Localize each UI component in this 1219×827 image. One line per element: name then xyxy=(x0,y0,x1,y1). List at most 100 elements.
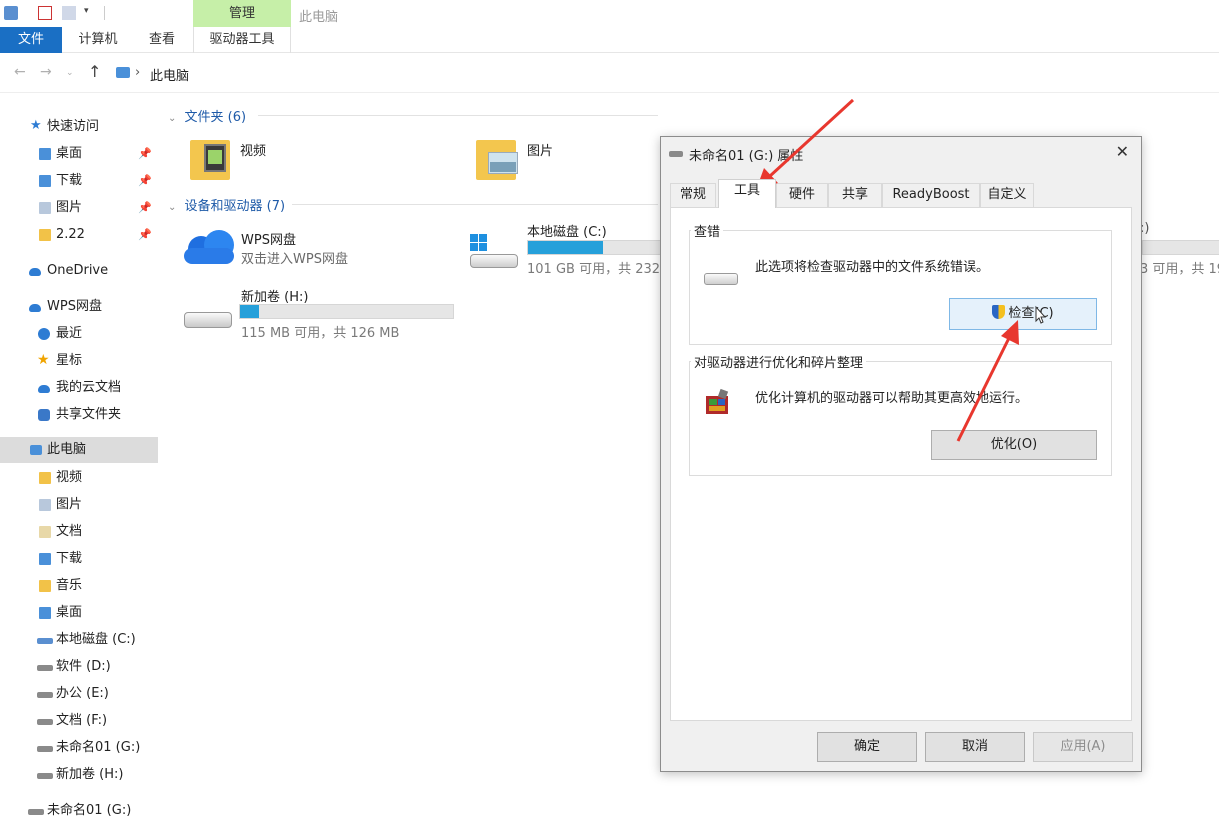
folder-icon xyxy=(39,607,51,619)
tab-general[interactable]: 常规 xyxy=(670,183,716,207)
dialog-title: 未命名01 (G:) 属性 xyxy=(689,149,804,164)
apply-button[interactable]: 应用(A) xyxy=(1033,732,1133,762)
sidebar-item-drive-f[interactable]: 文档 (F:) xyxy=(0,708,158,734)
drive-icon xyxy=(37,773,53,779)
drive-icon xyxy=(37,692,53,698)
drive-right-usage-bar xyxy=(1142,240,1219,255)
download-folder-icon xyxy=(39,553,51,565)
drive-c-title[interactable]: 本地磁盘 (C:) xyxy=(527,221,607,240)
download-folder-icon xyxy=(39,175,51,187)
sidebar-item-drive-g-removable[interactable]: 未命名01 (G:) xyxy=(0,798,158,824)
pictures-folder-icon xyxy=(39,499,51,511)
sidebar-item-documents[interactable]: 文档 xyxy=(0,519,158,545)
sidebar-item-drive-h[interactable]: 新加卷 (H:) xyxy=(0,762,158,788)
wps-cloud-icon[interactable] xyxy=(182,228,236,266)
sidebar-item-starred[interactable]: ★ 星标 xyxy=(0,348,158,374)
drive-h-title[interactable]: 新加卷 (H:) xyxy=(241,286,308,305)
sidebar-item-2-22[interactable]: 2.22 📌 xyxy=(0,222,158,248)
navigation-pane: ★ 快速访问 桌面 📌 下载 📌 图片 📌 2.22 📌 OneDrive WP… xyxy=(0,93,158,827)
tab-hardware[interactable]: 硬件 xyxy=(776,183,828,207)
sidebar-item-recent[interactable]: 最近 xyxy=(0,321,158,347)
customize-qat-icon[interactable]: ▾ xyxy=(84,6,98,20)
cancel-button[interactable]: 取消 xyxy=(925,732,1025,762)
sidebar-item-downloads-2[interactable]: 下载 xyxy=(0,546,158,572)
chevron-down-icon: ⌄ xyxy=(168,113,177,124)
windows-drive-icon[interactable] xyxy=(468,234,520,274)
tab-customize[interactable]: 自定义 xyxy=(980,183,1034,207)
folder-title-videos[interactable]: 视频 xyxy=(240,140,266,159)
recent-locations-icon[interactable]: ⌄ xyxy=(66,68,74,78)
videos-folder-icon xyxy=(39,472,51,484)
group-header-devices[interactable]: ⌄ 设备和驱动器 (7) xyxy=(168,195,658,214)
documents-folder-icon xyxy=(39,526,51,538)
sidebar-item-desktop-2[interactable]: 桌面 xyxy=(0,600,158,626)
tab-drive-tools[interactable]: 驱动器工具 xyxy=(193,27,291,53)
properties-dialog: 未命名01 (G:) 属性 ✕ 常规 工具 硬件 共享 ReadyBoost 自… xyxy=(660,136,1142,772)
sidebar-item-this-pc[interactable]: 此电脑 xyxy=(0,437,158,463)
close-icon[interactable]: ✕ xyxy=(1116,142,1129,161)
check-button[interactable]: 检查(C) xyxy=(949,298,1097,330)
sidebar-item-drive-e[interactable]: 办公 (E:) xyxy=(0,681,158,707)
qat-divider xyxy=(104,6,105,20)
chevron-down-icon: ⌄ xyxy=(168,202,177,213)
cloud-icon xyxy=(29,268,41,276)
tab-readyboost[interactable]: ReadyBoost xyxy=(882,183,980,207)
sidebar-item-desktop[interactable]: 桌面 📌 xyxy=(0,141,158,167)
tab-file[interactable]: 文件 xyxy=(0,27,62,53)
drive-h-usage-bar xyxy=(239,304,454,319)
sidebar-item-drive-d[interactable]: 软件 (D:) xyxy=(0,654,158,680)
drive-icon xyxy=(37,746,53,752)
tab-view[interactable]: 查看 xyxy=(138,27,186,53)
up-arrow-icon[interactable]: ↑ xyxy=(88,62,101,81)
context-tab-manage[interactable]: 管理 xyxy=(193,0,291,27)
drive-icon xyxy=(37,719,53,725)
folder-title-pictures[interactable]: 图片 xyxy=(527,140,553,159)
tab-tools[interactable]: 工具 xyxy=(718,179,776,208)
sidebar-item-quick-access[interactable]: ★ 快速访问 xyxy=(0,114,158,140)
sidebar-item-onedrive[interactable]: OneDrive xyxy=(0,258,158,284)
drive-h-free: 115 MB 可用，共 126 MB xyxy=(241,326,400,341)
wps-title[interactable]: WPS网盘 xyxy=(241,229,296,248)
optimize-description: 优化计算机的驱动器可以帮助其更高效地运行。 xyxy=(755,391,1029,406)
app-icon xyxy=(4,6,18,20)
sidebar-item-drive-c[interactable]: 本地磁盘 (C:) xyxy=(0,627,158,653)
drive-icon xyxy=(704,273,738,285)
uac-shield-icon xyxy=(992,305,1006,319)
sidebar-item-music[interactable]: 音乐 xyxy=(0,573,158,599)
pictures-folder-icon xyxy=(39,202,51,214)
sidebar-item-drive-g[interactable]: 未命名01 (G:) xyxy=(0,735,158,761)
window-title: 此电脑 xyxy=(299,10,339,25)
back-arrow-icon[interactable]: ← xyxy=(14,64,26,80)
address-bar: ← → ⌄ ↑ › 此电脑 xyxy=(0,53,1219,93)
tools-panel: 查错 此选项将检查驱动器中的文件系统错误。 检查(C) 对驱动器进行优化和碎片整… xyxy=(670,207,1132,721)
sidebar-item-pictures-2[interactable]: 图片 xyxy=(0,492,158,518)
breadcrumb[interactable]: 此电脑 xyxy=(150,65,189,84)
drive-icon xyxy=(37,665,53,671)
optimize-label: 对驱动器进行优化和碎片整理 xyxy=(691,352,867,371)
sidebar-item-shared-folder[interactable]: 共享文件夹 xyxy=(0,402,158,428)
ok-button[interactable]: 确定 xyxy=(817,732,917,762)
ribbon-tabs: 文件 计算机 查看 驱动器工具 xyxy=(0,27,1219,53)
defrag-icon xyxy=(706,388,729,414)
tab-computer[interactable]: 计算机 xyxy=(70,27,126,53)
sidebar-item-cloud-docs[interactable]: 我的云文档 xyxy=(0,375,158,401)
computer-icon xyxy=(116,67,130,78)
forward-arrow-icon[interactable]: → xyxy=(40,64,52,80)
sidebar-item-videos[interactable]: 视频 xyxy=(0,465,158,491)
drive-h-usage-fill xyxy=(240,305,260,318)
optimize-button[interactable]: 优化(O) xyxy=(931,430,1097,460)
tab-sharing[interactable]: 共享 xyxy=(828,183,882,207)
title-bar: ▾ xyxy=(0,0,1219,28)
new-folder-icon[interactable] xyxy=(62,6,76,20)
error-checking-description: 此选项将检查驱动器中的文件系统错误。 xyxy=(755,260,990,275)
sidebar-item-downloads[interactable]: 下载 📌 xyxy=(0,168,158,194)
group-header-folders[interactable]: ⌄ 文件夹 (6) xyxy=(168,106,658,125)
sidebar-item-wps[interactable]: WPS网盘 xyxy=(0,294,158,320)
breadcrumb-chevron-icon[interactable]: › xyxy=(135,65,140,80)
videos-folder-icon[interactable] xyxy=(190,134,232,182)
pictures-folder-icon[interactable] xyxy=(476,134,520,182)
sidebar-item-pictures[interactable]: 图片 📌 xyxy=(0,195,158,221)
drive-icon[interactable] xyxy=(184,308,234,334)
music-folder-icon xyxy=(39,580,51,592)
properties-icon[interactable] xyxy=(38,6,52,20)
